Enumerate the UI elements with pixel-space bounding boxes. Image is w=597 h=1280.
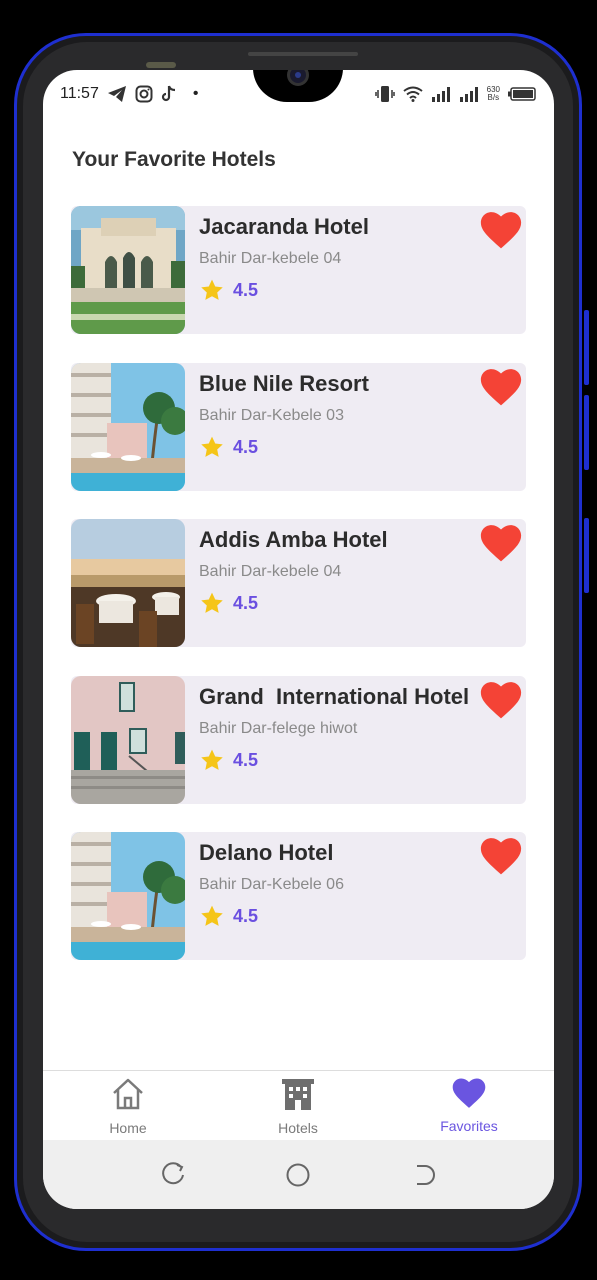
hotel-rating: 4.5 (199, 904, 258, 929)
nav-home[interactable]: Home (68, 1077, 188, 1136)
hotel-rating: 4.5 (199, 591, 258, 616)
status-bar: 11:57 • 630 B/s (60, 82, 536, 106)
hotel-rating: 4.5 (199, 435, 258, 460)
star-icon (201, 592, 223, 613)
page-title: Your Favorite Hotels (72, 148, 276, 171)
hotel-image (71, 519, 185, 647)
favorite-heart-icon[interactable] (480, 367, 522, 407)
star-icon (201, 436, 223, 457)
hotel-name: Addis Amba Hotel (199, 527, 388, 552)
hotel-name: Delano Hotel (199, 840, 334, 865)
instagram-icon (135, 85, 153, 103)
hotel-location: Bahir Dar-felege hiwot (199, 720, 358, 737)
hotel-card[interactable]: Grand International Hotel Bahir Dar-fele… (71, 676, 526, 804)
star-icon (201, 749, 223, 770)
favorite-heart-icon[interactable] (480, 836, 522, 876)
rating-value: 4.5 (233, 906, 259, 926)
bottom-navigation: Home Hotels Favorites (43, 1070, 554, 1141)
star-icon (201, 279, 223, 300)
hotel-location: Bahir Dar-Kebele 06 (199, 876, 344, 893)
hotel-location: Bahir Dar-kebele 04 (199, 563, 342, 580)
hotel-rating: 4.5 (199, 278, 258, 303)
hotel-card[interactable]: Addis Amba Hotel Bahir Dar-kebele 04 4.5 (71, 519, 526, 647)
vibrate-icon (374, 86, 395, 102)
earpiece (146, 62, 176, 68)
back-icon[interactable] (411, 1162, 437, 1188)
hotel-name: Jacaranda Hotel (199, 214, 369, 239)
wifi-icon (403, 86, 423, 102)
signal-icon-1 (431, 87, 450, 102)
app-screen: 11:57 • 630 B/s Your Favorite Hotels Jac… (43, 70, 554, 1209)
network-speed-unit: B/s (487, 93, 500, 102)
rating-value: 4.5 (233, 280, 259, 300)
network-speed: 630 B/s (487, 86, 500, 102)
power-button (584, 518, 589, 593)
hotel-name: Blue Nile Resort (199, 371, 369, 396)
nav-favorites-label: Favorites (440, 1118, 498, 1134)
hotel-name: Grand International Hotel (199, 684, 470, 709)
nav-favorites[interactable]: Favorites (409, 1077, 529, 1134)
hotel-rating: 4.5 (199, 748, 258, 773)
status-dot: • (192, 85, 199, 102)
home-circle-icon[interactable] (285, 1162, 311, 1188)
signal-icon-2 (459, 87, 478, 102)
hotel-card[interactable]: Delano Hotel Bahir Dar-Kebele 06 4.5 (71, 832, 526, 960)
favorite-heart-icon[interactable] (480, 210, 522, 250)
nav-hotels[interactable]: Hotels (238, 1077, 358, 1136)
status-time: 11:57 (60, 85, 99, 102)
volume-up-button (584, 310, 589, 385)
hotel-card[interactable]: Blue Nile Resort Bahir Dar-Kebele 03 4.5 (71, 363, 526, 491)
heart-icon (452, 1078, 486, 1108)
tiktok-icon (161, 85, 175, 102)
hotel-location: Bahir Dar-kebele 04 (199, 250, 342, 267)
nav-home-label: Home (109, 1120, 147, 1136)
telegram-icon (107, 86, 126, 102)
favorite-heart-icon[interactable] (480, 680, 522, 720)
system-navigation-bar (43, 1140, 554, 1209)
battery-icon (508, 87, 536, 101)
hotel-image (71, 206, 185, 334)
hotel-image (71, 832, 185, 960)
hotel-location: Bahir Dar-Kebele 03 (199, 407, 344, 424)
rating-value: 4.5 (233, 750, 259, 770)
hotel-image (71, 676, 185, 804)
building-icon (282, 1079, 314, 1110)
volume-down-button (584, 395, 589, 470)
recent-apps-icon[interactable] (161, 1162, 187, 1188)
nav-hotels-label: Hotels (278, 1120, 318, 1136)
hotel-image (71, 363, 185, 491)
rating-value: 4.5 (233, 593, 259, 613)
hotel-card[interactable]: Jacaranda Hotel Bahir Dar-kebele 04 4.5 (71, 206, 526, 334)
rating-value: 4.5 (233, 437, 259, 457)
top-slot (248, 52, 358, 56)
star-icon (201, 905, 223, 926)
home-icon (113, 1078, 143, 1110)
favorite-heart-icon[interactable] (480, 523, 522, 563)
